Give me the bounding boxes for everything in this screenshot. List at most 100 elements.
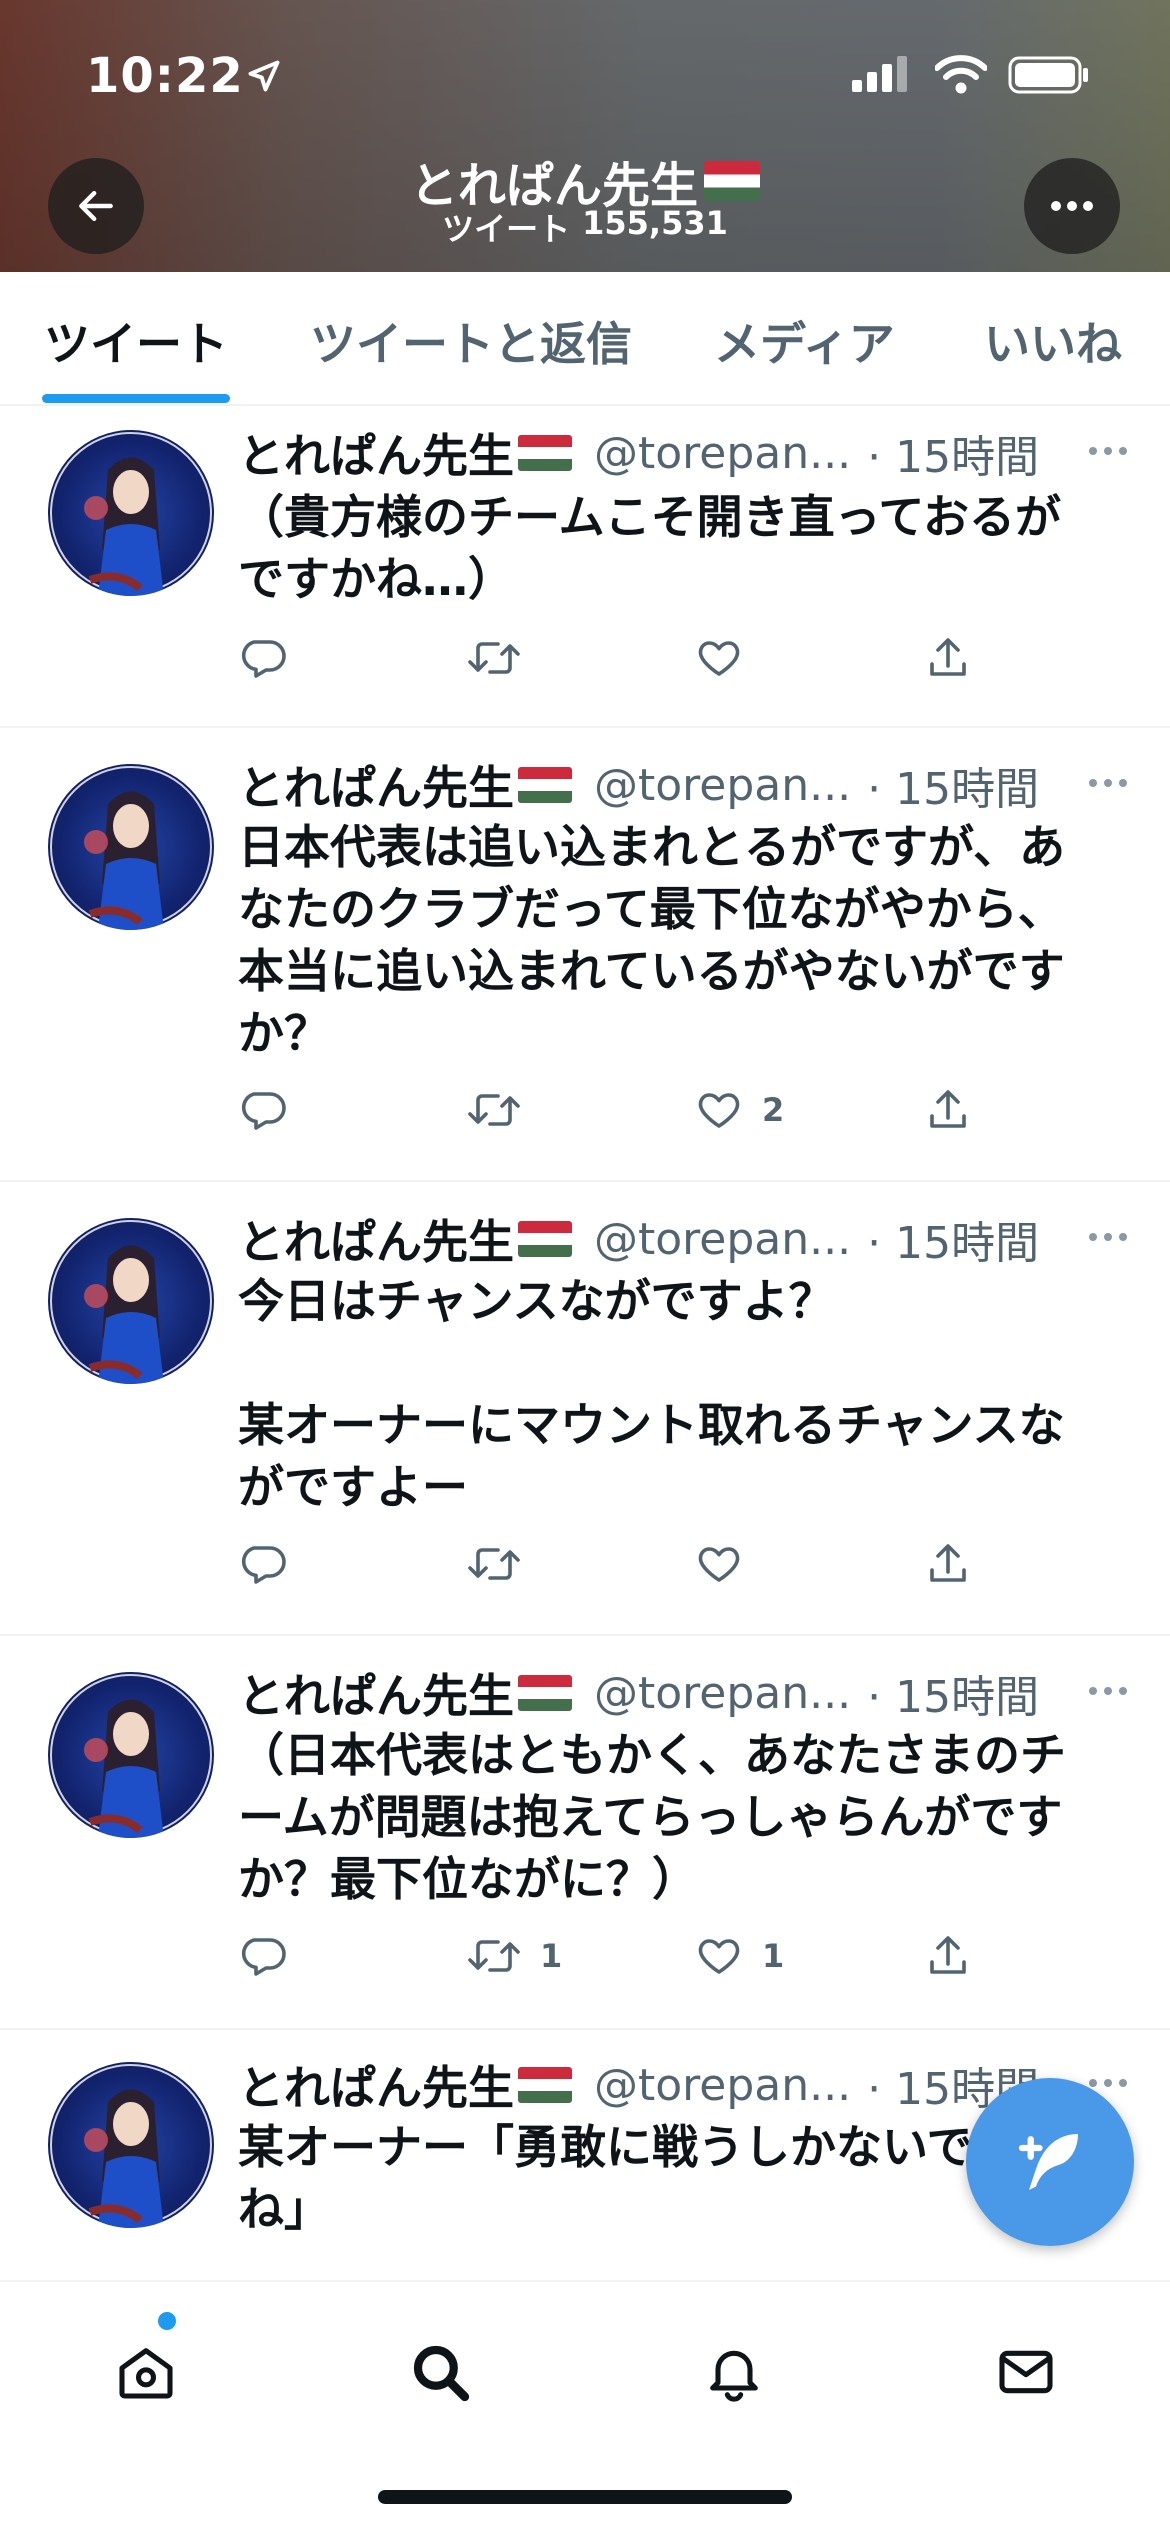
bell-icon: [710, 2350, 758, 2402]
retweet-button[interactable]: [466, 634, 522, 682]
tweet-time[interactable]: · 15時間: [867, 421, 1039, 485]
tweet-author-name[interactable]: とれぱん先生: [238, 420, 514, 486]
retweet-icon: [468, 1940, 520, 1972]
hungary-flag-icon: [518, 1221, 572, 1257]
heart-icon: [698, 1547, 740, 1582]
tweet-text: 今日はチャンスながですよ？ 某オーナーにマウント取れるチャンスな がですよー: [238, 1274, 1065, 1514]
more-horizontal-icon: [1051, 201, 1093, 211]
more-horizontal-icon[interactable]: [1088, 778, 1128, 788]
compose-tweet-button[interactable]: [966, 2078, 1134, 2246]
nav-home[interactable]: [96, 2322, 196, 2422]
more-horizontal-icon[interactable]: [1088, 2078, 1128, 2088]
retweet-icon: [468, 1094, 520, 1126]
tweet-author-handle[interactable]: @torepan...: [594, 2060, 851, 2111]
more-horizontal-icon[interactable]: [1088, 1232, 1128, 1242]
tweet-author-handle[interactable]: @torepan...: [594, 1668, 851, 1719]
comment-icon: [241, 1092, 286, 1130]
nav-messages[interactable]: [976, 2322, 1076, 2422]
tweet-text: 日本代表は追い込まれとるがですが、あ なたのクラブだって最下位ながやから、 本当…: [238, 820, 1066, 1060]
retweet-icon: [468, 1548, 520, 1580]
tweet-author-name[interactable]: とれぱん先生: [238, 1660, 514, 1726]
tweet-item[interactable]: とれぱん先生 @torepan... · 15時間 日本代表は追い込まれとるがで…: [0, 728, 1170, 1182]
avatar-illustration: [50, 432, 212, 596]
active-tab-indicator: [42, 394, 230, 403]
more-horizontal-icon[interactable]: [1088, 1686, 1128, 1696]
avatar[interactable]: [48, 2062, 214, 2228]
share-icon: [930, 1544, 966, 1582]
tweet-author-handle[interactable]: @torepan...: [594, 760, 851, 811]
share-icon: [930, 1936, 966, 1974]
retweet-button[interactable]: [466, 1540, 522, 1588]
avatar[interactable]: [48, 764, 214, 930]
profile-header: 10:22 とれぱん先生 ツイート 155,531: [0, 0, 1170, 272]
share-button[interactable]: [924, 634, 972, 682]
avatar-illustration: [50, 1674, 212, 1838]
tab-tweets-and-replies[interactable]: ツイートと返信: [310, 308, 632, 374]
more-options-button[interactable]: [1024, 158, 1120, 254]
like-button[interactable]: [694, 1540, 744, 1588]
reply-button[interactable]: [238, 1540, 286, 1588]
avatar-illustration: [50, 2064, 212, 2228]
mail-icon: [999, 2350, 1053, 2394]
tweet-time[interactable]: · 15時間: [867, 753, 1039, 817]
reply-button[interactable]: [238, 1932, 286, 1980]
more-horizontal-icon[interactable]: [1088, 446, 1128, 456]
avatar-illustration: [50, 766, 212, 930]
nav-search[interactable]: [390, 2322, 490, 2422]
avatar[interactable]: [48, 1672, 214, 1838]
tweet-time[interactable]: · 15時間: [867, 1661, 1039, 1725]
tweet-item[interactable]: とれぱん先生 @torepan... · 15時間 （日本代表はともかく、あなた…: [0, 1636, 1170, 2030]
tweet-count-label: ツイート: [442, 210, 571, 248]
home-indicator: [378, 2490, 792, 2504]
tweet-text: （日本代表はともかく、あなたさまのチ ームが問題は抱えてらっしゃらんがです か？…: [238, 1728, 1066, 1906]
status-time: 10:22: [86, 48, 244, 104]
like-count: 2: [762, 1091, 785, 1129]
tweet-author-handle[interactable]: @torepan...: [594, 1214, 851, 1265]
tweet-author-name[interactable]: とれぱん先生: [238, 2052, 514, 2118]
tweet-author-handle[interactable]: @torepan...: [594, 428, 851, 479]
like-button[interactable]: 2: [694, 1086, 784, 1134]
battery-icon: [1008, 56, 1088, 94]
hungary-flag-icon: [518, 1675, 572, 1711]
comment-icon: [241, 640, 286, 678]
retweet-button[interactable]: [466, 1086, 522, 1134]
tab-media[interactable]: メディア: [714, 308, 895, 374]
tab-tweets[interactable]: ツイート: [44, 308, 228, 374]
tweet-item[interactable]: とれぱん先生 @torepan... · 15時間 今日はチャンスながですよ？ …: [0, 1182, 1170, 1636]
hungary-flag-icon: [518, 767, 572, 803]
tweet-text: （貴方様のチームこそ開き直っておるが ですかね…）: [238, 490, 1061, 606]
retweet-button[interactable]: 1: [466, 1932, 562, 1980]
notification-dot: [158, 2312, 176, 2330]
compose-feather-icon: [1018, 2134, 1078, 2190]
heart-icon: [698, 1939, 740, 1974]
like-button[interactable]: [694, 634, 744, 682]
tweet-actions: 1 1: [238, 1932, 998, 1992]
hungary-flag-icon: [704, 161, 760, 201]
comment-icon: [241, 1546, 286, 1584]
reply-button[interactable]: [238, 634, 286, 682]
share-button[interactable]: [924, 1086, 972, 1134]
tweet-time[interactable]: · 15時間: [867, 1207, 1039, 1271]
avatar[interactable]: [48, 430, 214, 596]
avatar-illustration: [50, 1220, 212, 1384]
tweet-header: とれぱん先生 @torepan... · 15時間: [238, 1661, 1130, 1725]
cellular-signal-icon: [852, 56, 907, 92]
retweet-icon: [468, 642, 520, 674]
wifi-icon: [935, 55, 987, 94]
avatar[interactable]: [48, 1218, 214, 1384]
tweet-actions: [238, 634, 998, 694]
tweet-item[interactable]: とれぱん先生 @torepan... · 15時間 （貴方様のチームこそ開き直っ…: [0, 404, 1170, 728]
share-button[interactable]: [924, 1540, 972, 1588]
share-icon: [930, 1090, 966, 1128]
tweet-author-name[interactable]: とれぱん先生: [238, 752, 514, 818]
nav-notifications[interactable]: [684, 2322, 784, 2422]
tweet-header: とれぱん先生 @torepan... · 15時間: [238, 1207, 1130, 1271]
reply-button[interactable]: [238, 1086, 286, 1134]
tweet-author-name[interactable]: とれぱん先生: [238, 1206, 514, 1272]
tab-likes[interactable]: いいね: [984, 308, 1122, 374]
tweet-actions: [238, 1540, 998, 1600]
share-button[interactable]: [924, 1932, 972, 1980]
hungary-flag-icon: [518, 435, 572, 471]
profile-tabs: ツイート ツイートと返信 メディア いいね: [0, 272, 1170, 406]
like-button[interactable]: 1: [694, 1932, 784, 1980]
